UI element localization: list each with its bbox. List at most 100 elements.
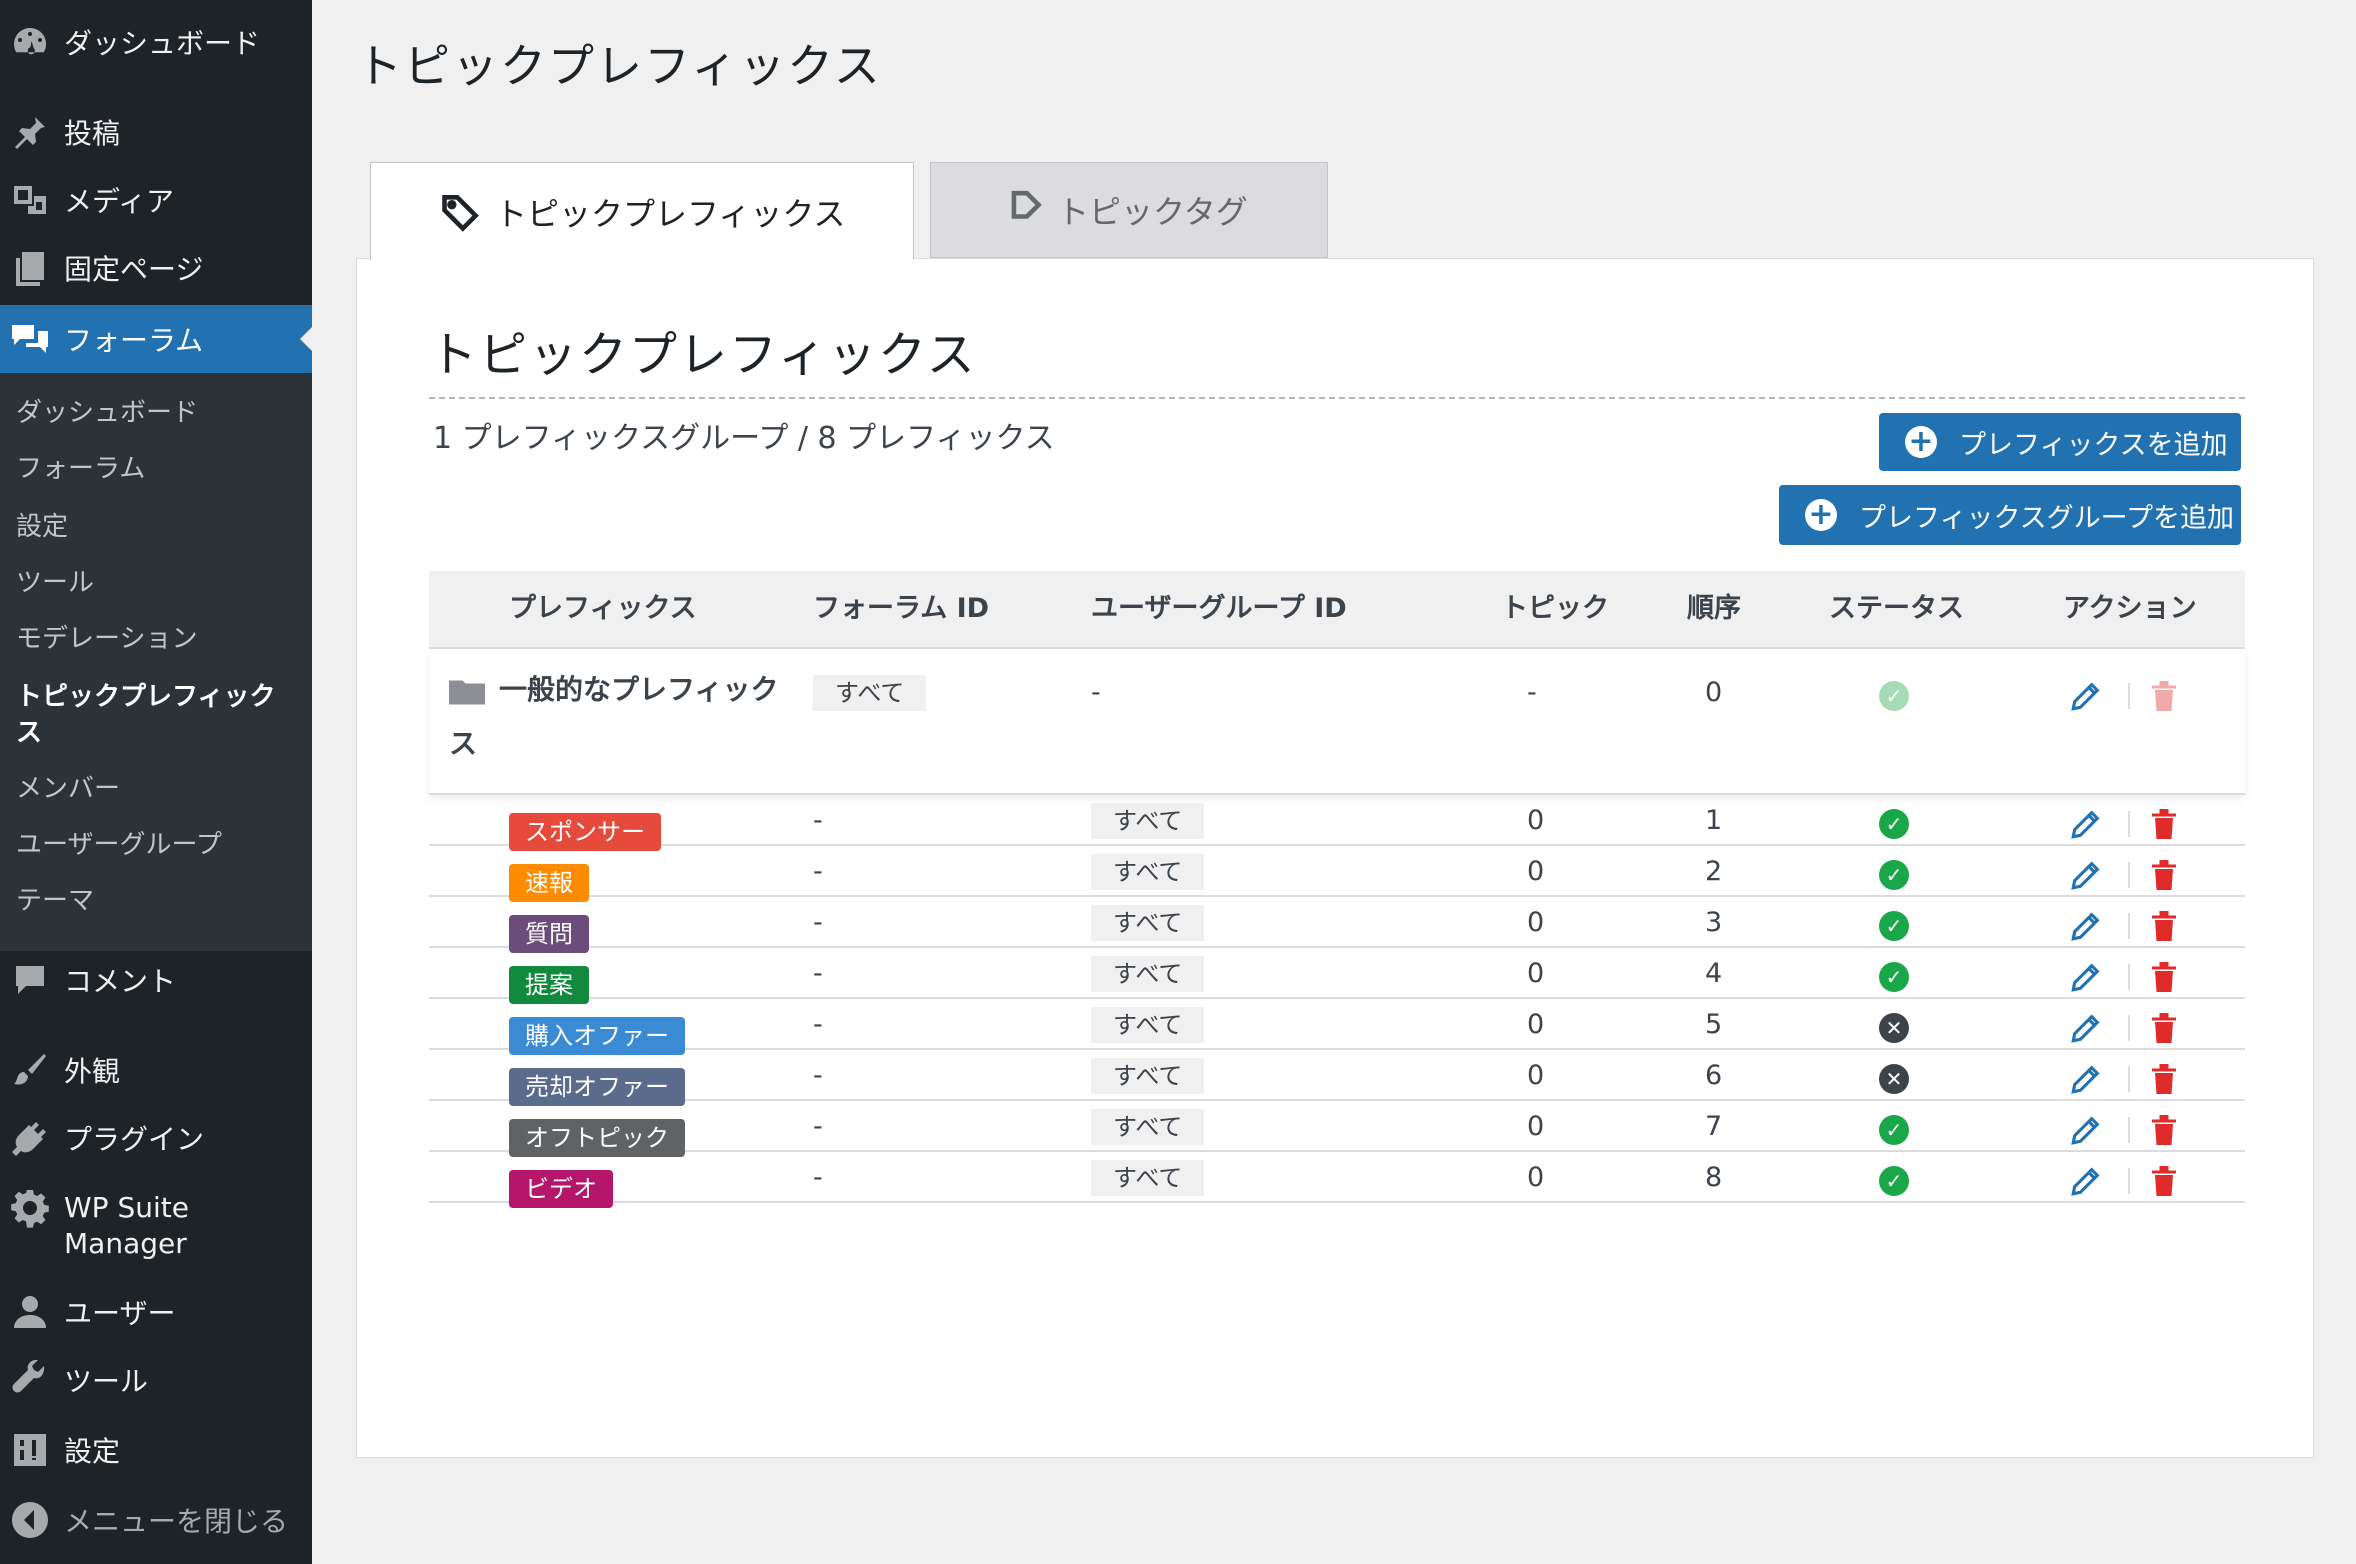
trash-icon[interactable] [2149,960,2179,994]
table-row: 購入オファー - すべて 0 5 ✕ [429,999,2245,1055]
submenu-item-members[interactable]: メンバー [16,771,296,807]
edit-pencil-icon[interactable] [2069,1062,2103,1096]
status-enabled-icon[interactable]: ✓ [1879,809,1909,839]
menu-label: コメント [64,965,177,998]
submenu-item-forums[interactable]: フォーラム [16,451,296,487]
action-separator [2128,1015,2130,1041]
pin-icon [10,112,50,152]
action-separator [2128,913,2130,939]
menu-label: ユーザー [64,1297,176,1330]
menu-collapse[interactable]: メニューを閉じる [0,1486,312,1554]
menu-users[interactable]: ユーザー [0,1278,312,1346]
comment-icon [10,960,50,1000]
submenu-item-tools[interactable]: ツール [16,565,296,601]
menu-comments[interactable]: コメント [0,946,312,1014]
status-enabled-icon[interactable]: ✓ [1879,911,1909,941]
tab-topic-tags[interactable]: トピックタグ [930,162,1328,258]
edit-pencil-icon[interactable] [2069,909,2103,943]
table-row: オフトピック - すべて 0 7 ✓ [429,1101,2245,1157]
forum-cell: - [813,1060,823,1091]
menu-dashboard[interactable]: ダッシュボード [0,8,312,76]
topics-cell: 0 [1527,805,1545,836]
tab-label: トピックプレフィックス [495,194,846,233]
menu-label: WP Suite Manager [64,1191,189,1260]
edit-pencil-icon[interactable] [2069,1164,2103,1198]
order-cell: 0 [1705,677,1723,708]
status-enabled-icon[interactable]: ✓ [1879,860,1909,890]
usergroup-chip: すべて [1091,854,1205,890]
edit-pencil-icon[interactable] [2069,807,2103,841]
settings-sliders-icon [10,1430,50,1470]
submenu-item-themes[interactable]: テーマ [16,883,296,919]
usergroup-chip: すべて [1091,1007,1205,1043]
plugin-icon [10,1118,50,1158]
col-prefix: プレフィックス [509,593,697,624]
usergroup-chip: すべて [1091,1058,1205,1094]
table-row: ビデオ - すべて 0 8 ✓ [429,1152,2245,1208]
user-icon [10,1292,50,1332]
paintbrush-icon [10,1050,50,1090]
menu-plugins[interactable]: プラグイン [0,1104,312,1172]
menu-wp-suite-manager[interactable]: WP Suite Manager [0,1186,312,1266]
status-enabled-icon[interactable]: ✓ [1879,962,1909,992]
menu-settings[interactable]: 設定 [0,1416,312,1484]
menu-label: 固定ページ [64,253,204,286]
tag-icon [1011,190,1042,219]
status-enabled-icon[interactable]: ✓ [1879,1115,1909,1145]
menu-tools[interactable]: ツール [0,1346,312,1414]
order-cell: 6 [1705,1060,1723,1091]
menu-pages[interactable]: 固定ページ [0,234,312,302]
menu-appearance[interactable]: 外観 [0,1036,312,1104]
tab-topic-prefixes[interactable]: トピックプレフィックス [370,162,914,260]
submenu-item-usergroups[interactable]: ユーザーグループ [16,827,296,863]
forum-cell: - [813,1111,823,1142]
button-label: プレフィックスグループを追加 [1859,502,2235,534]
topics-cell: - [1527,677,1537,708]
trash-icon[interactable] [2149,1113,2179,1147]
trash-icon[interactable] [2149,807,2179,841]
topics-cell: 0 [1527,958,1545,989]
status-enabled-icon[interactable]: ✓ [1879,681,1909,711]
status-disabled-icon[interactable]: ✕ [1879,1064,1909,1094]
status-enabled-icon[interactable]: ✓ [1879,1166,1909,1196]
menu-posts[interactable]: 投稿 [0,98,312,166]
menu-media[interactable]: メディア [0,166,312,234]
submenu-item-dashboard[interactable]: ダッシュボード [16,395,296,431]
submenu-item-topic-prefixes[interactable]: トピックプレフィックス [16,679,296,751]
table-row: 質問 - すべて 0 3 ✓ [429,897,2245,953]
submenu-item-settings[interactable]: 設定 [16,509,296,545]
trash-icon[interactable] [2149,909,2179,943]
media-icon [10,180,50,220]
usergroup-chip: すべて [1091,905,1205,941]
table-row: 速報 - すべて 0 2 ✓ [429,846,2245,902]
add-prefix-button[interactable]: + プレフィックスを追加 [1879,413,2241,471]
forum-cell: - [813,805,823,836]
edit-pencil-icon[interactable] [2069,679,2103,713]
edit-pencil-icon[interactable] [2069,960,2103,994]
order-cell: 7 [1705,1111,1723,1142]
menu-forums[interactable]: フォーラム [0,305,312,373]
action-separator [2128,811,2130,837]
col-status: ステータス [1829,593,1964,624]
status-disabled-icon[interactable]: ✕ [1879,1013,1909,1043]
col-usergroup-id: ユーザーグループ ID [1091,593,1347,624]
pages-icon [10,248,50,288]
dashed-divider [429,397,2245,399]
forum-cell: - [813,1162,823,1193]
menu-label: メディア [64,185,175,218]
menu-label: メニューを閉じる [64,1505,289,1538]
trash-icon[interactable] [2149,1011,2179,1045]
edit-pencil-icon[interactable] [2069,858,2103,892]
add-prefix-group-button[interactable]: + プレフィックスグループを追加 [1779,485,2241,545]
topics-cell: 0 [1527,856,1545,887]
collapse-arrow-icon [10,1500,50,1540]
menu-label: ダッシュボード [64,27,261,60]
menu-label: フォーラム [64,324,204,357]
trash-icon[interactable] [2149,1062,2179,1096]
trash-icon [2149,679,2179,713]
trash-icon[interactable] [2149,1164,2179,1198]
trash-icon[interactable] [2149,858,2179,892]
submenu-item-moderation[interactable]: モデレーション [16,621,296,657]
edit-pencil-icon[interactable] [2069,1011,2103,1045]
edit-pencil-icon[interactable] [2069,1113,2103,1147]
